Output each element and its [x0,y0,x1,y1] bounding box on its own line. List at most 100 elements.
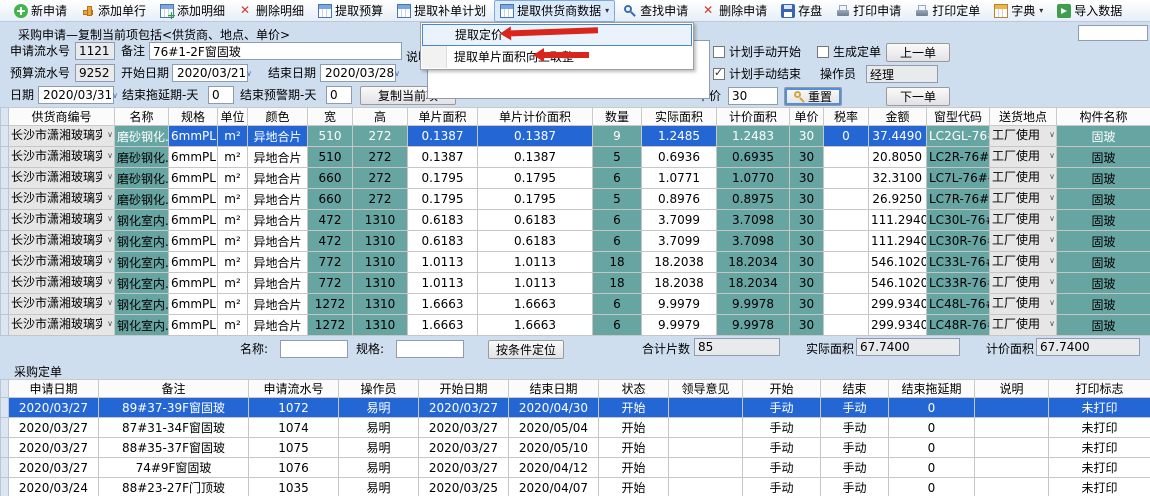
grid-cell[interactable]: 6 [593,231,642,252]
grid-cell[interactable] [975,418,1049,438]
grid-cell[interactable]: 6mmPLE... [169,252,218,273]
grid-cell[interactable] [669,438,743,458]
date-select[interactable]: 2020/03/31 ∨ [38,86,114,104]
grid-cell[interactable]: 手动 [743,438,821,458]
grid-cell[interactable]: 2020/05/10 [509,438,599,458]
grid-cell[interactable]: 1076 [249,458,339,478]
grid-cell[interactable]: 易明 [339,458,419,478]
grid-cell[interactable] [975,458,1049,478]
toolbar-button[interactable]: 导入数据 [1051,0,1128,22]
toolbar-button[interactable]: 查找申请 [617,0,694,22]
grid-cell[interactable]: 18.2034 [717,273,790,294]
toolbar-button[interactable]: 提取预算 [312,0,389,22]
column-header[interactable]: 单片面积 [408,108,478,126]
cell-dropdown[interactable]: 工厂使用∨ [990,294,1057,315]
table-row[interactable]: 长沙市潇湘玻璃实...∨钢化室内...6mmPLE...m²异地合片127213… [1,315,1150,336]
top-right-field[interactable] [1078,25,1148,41]
grid-cell[interactable]: 1310 [353,294,408,315]
grid-cell[interactable] [975,478,1049,496]
grid-cell[interactable]: 异地合片 [248,315,308,336]
grid-cell[interactable]: 0.1795 [478,168,593,189]
column-header[interactable]: 开始日期 [419,380,509,398]
grid-cell[interactable] [669,478,743,496]
grid-cell[interactable]: 546.1020 [869,273,927,294]
table-row[interactable]: 长沙市潇湘玻璃实...∨钢化室内...6mmPLE...m²异地合片772131… [1,252,1150,273]
cell-dropdown[interactable]: 工厂使用∨ [990,126,1057,147]
reset-button[interactable]: 重置 [784,87,842,106]
grid-cell[interactable]: 0.6935 [717,147,790,168]
grid-cell[interactable]: 30 [790,189,824,210]
grid-cell[interactable]: 6mmPLE... [169,126,218,147]
column-header[interactable]: 单价 [790,108,824,126]
grid-cell[interactable]: 3.7099 [642,210,717,231]
grid-cell[interactable]: 88#23-27F门顶玻 [99,478,249,496]
grid-cell[interactable]: 1.6663 [408,294,478,315]
grid-cell[interactable]: LC48L-76#... [927,294,990,315]
grid-cell[interactable]: 87#31-34F窗固玻 [99,418,249,438]
grid-cell[interactable]: m² [218,231,248,252]
cell-dropdown[interactable]: 长沙市潇湘玻璃实...∨ [9,315,115,336]
grid-cell[interactable]: 0.6183 [478,231,593,252]
grid-cell[interactable]: 2020/03/27 [419,458,509,478]
grid-cell[interactable]: m² [218,189,248,210]
grid-cell[interactable]: 472 [308,210,353,231]
grid-cell[interactable]: 手动 [821,438,889,458]
column-header[interactable]: 状态 [599,380,669,398]
grid-cell[interactable]: 510 [308,126,353,147]
column-header[interactable]: 高 [353,108,408,126]
column-header[interactable]: 金额 [869,108,927,126]
grid-cell[interactable]: 0.1387 [478,126,593,147]
grid-cell[interactable]: 异地合片 [248,210,308,231]
grid-cell[interactable]: 钢化室内... [115,252,169,273]
column-header[interactable]: 数量 [593,108,642,126]
column-header[interactable]: 打印标志 [1049,380,1150,398]
toolbar-button[interactable]: 提取补单计划 [391,0,492,22]
grid-cell[interactable]: LC33R-76#... [927,273,990,294]
grid-cell[interactable]: 272 [353,126,408,147]
grid-cell[interactable]: 固玻 [1057,168,1150,189]
grid-cell[interactable]: 手动 [821,458,889,478]
grid-cell[interactable]: 1310 [353,210,408,231]
grid-cell[interactable]: 510 [308,147,353,168]
grid-cell[interactable]: 111.2940 [869,210,927,231]
grid-cell[interactable]: 111.2940 [869,231,927,252]
grid-cell[interactable]: 固玻 [1057,210,1150,231]
grid-cell[interactable]: LC7L-76#-1FO [927,168,990,189]
grid-cell[interactable]: 异地合片 [248,189,308,210]
grid-cell[interactable]: 磨砂钢化... [115,189,169,210]
grid-cell[interactable]: 0.8975 [717,189,790,210]
grid-cell[interactable]: 1310 [353,252,408,273]
column-header[interactable]: 申请流水号 [249,380,339,398]
toolbar-button[interactable]: 提取供货商数据▾ [494,0,615,22]
grid-cell[interactable]: 1310 [353,273,408,294]
delay-field[interactable] [208,86,234,104]
grid-cell[interactable]: LC48R-76#... [927,315,990,336]
grid-cell[interactable]: 固玻 [1057,315,1150,336]
grid-cell[interactable] [824,315,869,336]
grid-cell[interactable]: 6mmPLE... [169,294,218,315]
grid-cell[interactable]: 0 [889,458,975,478]
grid-cell[interactable]: 9.9978 [717,294,790,315]
grid-cell[interactable] [669,418,743,438]
cell-dropdown[interactable]: 工厂使用∨ [990,231,1057,252]
grid-cell[interactable]: 30 [790,315,824,336]
serial-field[interactable] [75,42,115,60]
grid-cell[interactable]: 未打印 [1049,438,1150,458]
grid-cell[interactable]: 88#35-37F窗固玻 [99,438,249,458]
grid-cell[interactable]: 6mmPLE... [169,273,218,294]
grid-cell[interactable]: 磨砂钢化... [115,147,169,168]
grid-cell[interactable]: LC2R-76#-1F [927,147,990,168]
grid-cell[interactable]: 易明 [339,478,419,496]
grid-cell[interactable]: 2020/03/27 [9,458,99,478]
grid-cell[interactable]: 1.0113 [478,273,593,294]
grid-cell[interactable]: 6 [593,168,642,189]
grid-cell[interactable]: 9.9978 [717,315,790,336]
grid-cell[interactable]: 0.1387 [408,147,478,168]
grid-cell[interactable]: 5 [593,189,642,210]
grid-cell[interactable]: 易明 [339,418,419,438]
grid-cell[interactable]: 手动 [821,478,889,496]
grid-cell[interactable]: 2020/04/30 [509,398,599,418]
grid-cell[interactable]: 异地合片 [248,168,308,189]
column-header[interactable]: 计价面积 [717,108,790,126]
cell-dropdown[interactable]: 工厂使用∨ [990,273,1057,294]
